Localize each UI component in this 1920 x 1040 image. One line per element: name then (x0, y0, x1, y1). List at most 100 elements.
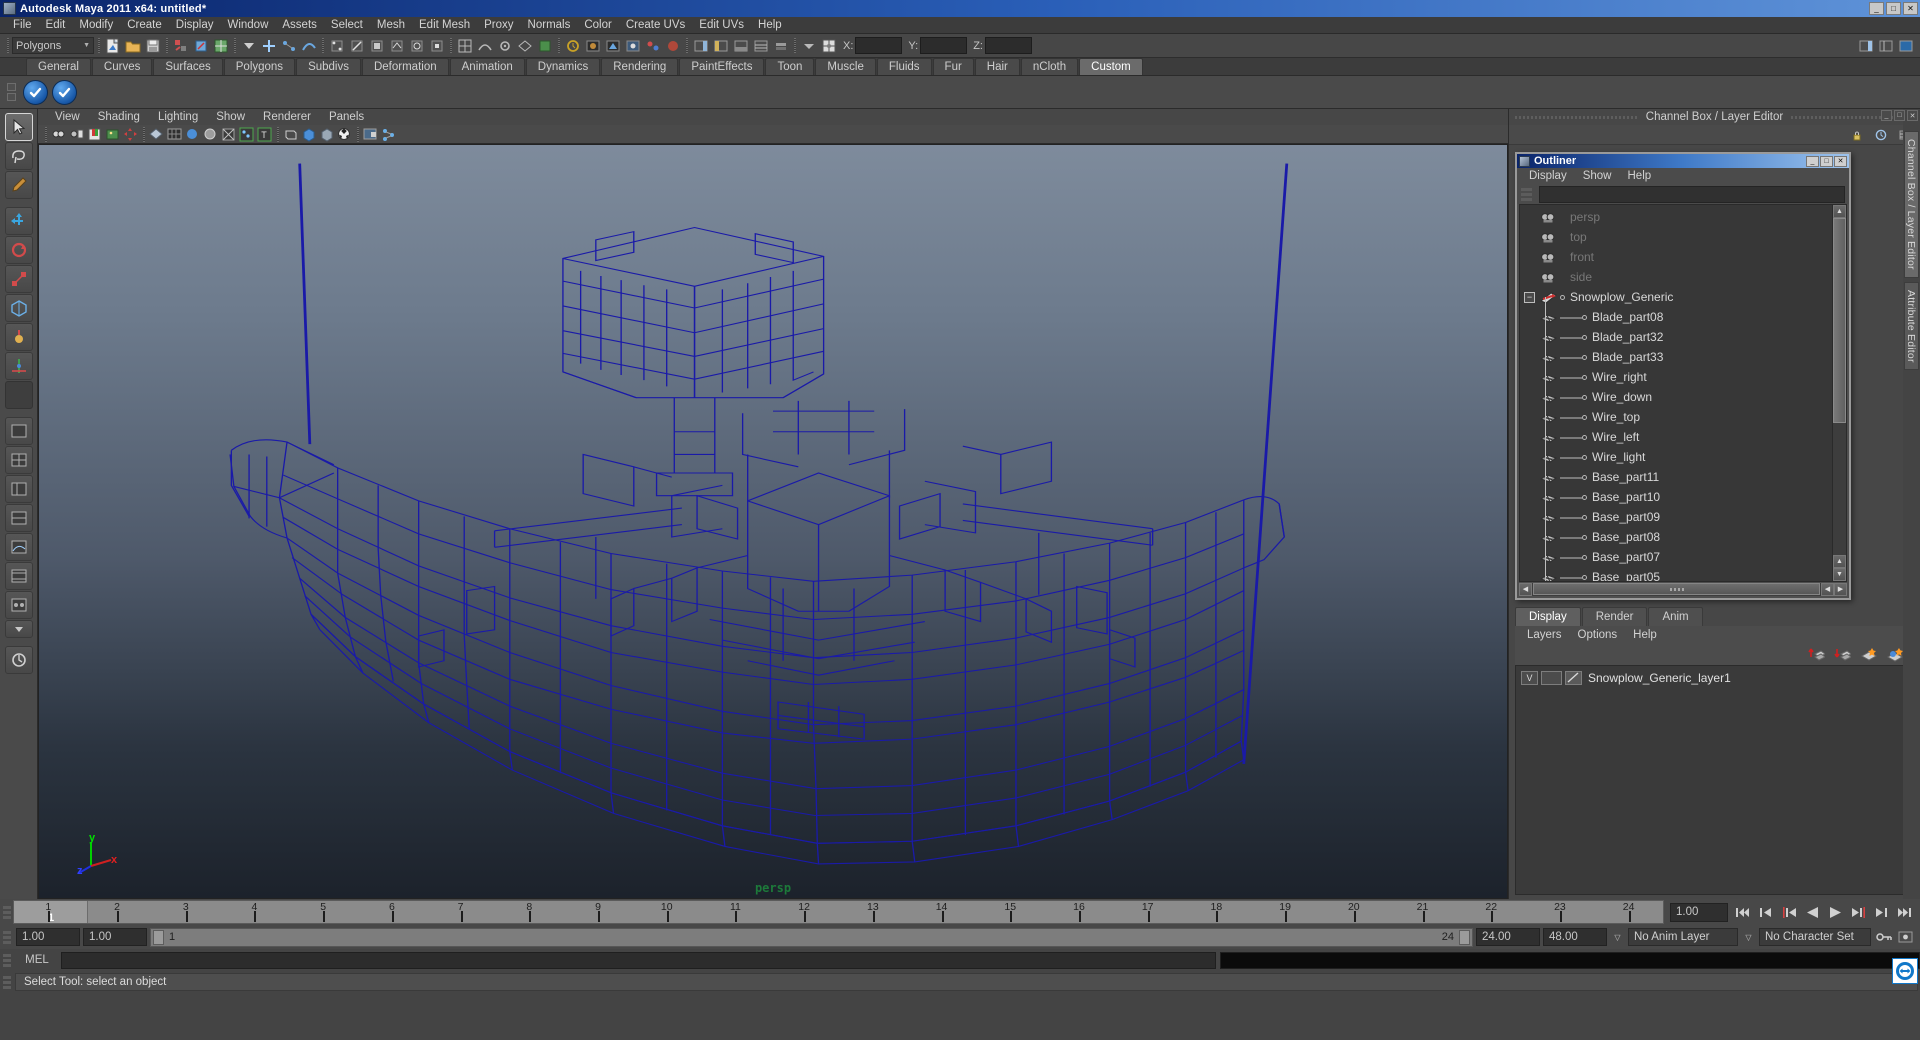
outliner-item[interactable]: front (1520, 247, 1832, 267)
time-slider-grip[interactable] (0, 901, 13, 923)
anim-layer-dropdown-icon[interactable]: ▽ (1610, 928, 1625, 946)
shaded-cube-icon[interactable] (300, 126, 317, 143)
quick-layout-outliner-persp-button[interactable] (4, 475, 33, 503)
step-back-keyframe-button[interactable] (1757, 903, 1776, 922)
outliner-filter-icon[interactable] (1521, 186, 1535, 202)
channel-box-maximize-button[interactable]: □ (1894, 110, 1905, 121)
snap-to-grid-icon[interactable] (455, 36, 474, 55)
redo-icon[interactable] (191, 36, 210, 55)
lines-mask-icon[interactable] (347, 36, 366, 55)
rotate-tool-button[interactable] (4, 236, 33, 264)
layer-move-down-icon[interactable] (1833, 645, 1852, 664)
playback-start-field[interactable]: 1.00 (83, 928, 147, 946)
menuset-selector[interactable]: Polygons ▼ (12, 37, 94, 54)
viewport-menu-panels[interactable]: Panels (320, 111, 373, 123)
channel-box-close-button[interactable]: ✕ (1907, 110, 1918, 121)
outliner-scroll-up-button-2[interactable]: ▲ (1833, 554, 1846, 568)
go-to-start-button[interactable] (1734, 903, 1753, 922)
shelf-tab-subdivs[interactable]: Subdivs (296, 58, 361, 75)
toggle-tool-settings-icon[interactable] (731, 36, 750, 55)
shelf-tab-muscle[interactable]: Muscle (815, 58, 876, 75)
select-camera-icon[interactable] (50, 126, 67, 143)
step-back-frame-button[interactable] (1780, 903, 1799, 922)
range-slider-grip[interactable] (0, 926, 13, 948)
show-channel-box-right-icon[interactable] (1856, 36, 1875, 55)
xray-joints-icon[interactable] (318, 126, 335, 143)
quick-layout-more-button[interactable] (4, 620, 33, 638)
menu-item-proxy[interactable]: Proxy (477, 18, 520, 32)
hypershade-icon[interactable] (643, 36, 662, 55)
shelf-check-button-2[interactable] (52, 79, 77, 105)
soft-modification-tool-button[interactable] (4, 323, 33, 351)
viewport-menu-renderer[interactable]: Renderer (254, 111, 320, 123)
menu-item-create-uvs[interactable]: Create UVs (619, 18, 692, 32)
auto-keyframe-icon[interactable] (1874, 928, 1893, 947)
paint-effects-globals-button[interactable] (4, 646, 33, 674)
quick-layout-persp-graph-button[interactable] (4, 533, 33, 561)
shelf-tab-fluids[interactable]: Fluids (876, 58, 932, 75)
universal-manipulator-button[interactable] (4, 294, 33, 322)
layer-menu-options[interactable]: Options (1570, 629, 1626, 641)
snap-mode-dropdown-icon[interactable] (799, 36, 818, 55)
quick-layout-hypergraph-button[interactable] (4, 504, 33, 532)
anim-layer-field[interactable]: No Anim Layer (1628, 928, 1738, 946)
menu-item-assets[interactable]: Assets (275, 18, 324, 32)
outliner-expand-toggle[interactable]: − (1524, 291, 1535, 303)
viewport-toolbar-grip[interactable] (274, 125, 281, 143)
layer-row[interactable]: V Snowplow_Generic_layer1 (1516, 669, 1913, 686)
outliner-item[interactable]: Blade_part08 (1520, 307, 1832, 327)
uvs-mask-icon[interactable] (387, 36, 406, 55)
xray-mode-icon[interactable] (282, 126, 299, 143)
outliner-item[interactable]: Base_part08 (1520, 527, 1832, 547)
menu-item-select[interactable]: Select (324, 18, 370, 32)
menu-item-create[interactable]: Create (120, 18, 169, 32)
outliner-hscroll-thumb[interactable] (1533, 583, 1820, 596)
animation-preferences-icon[interactable] (1896, 928, 1915, 947)
hulls-mask-icon[interactable] (407, 36, 426, 55)
layer-tab-render[interactable]: Render (1581, 607, 1648, 626)
outliner-item[interactable]: Wire_light (1520, 447, 1832, 467)
shelf-tab-hair[interactable]: Hair (974, 58, 1020, 75)
viewport-menu-view[interactable]: View (46, 111, 89, 123)
menu-item-mesh[interactable]: Mesh (370, 18, 412, 32)
maximize-button[interactable]: □ (1886, 2, 1901, 15)
faces-mask-icon[interactable] (367, 36, 386, 55)
shelf-grip[interactable] (4, 78, 19, 106)
step-forward-frame-button[interactable] (1849, 903, 1868, 922)
menu-item-display[interactable]: Display (169, 18, 221, 32)
menu-item-edit-mesh[interactable]: Edit Mesh (412, 18, 477, 32)
outliner-scroll-down-button[interactable]: ▼ (1833, 567, 1846, 581)
outliner-menu-show[interactable]: Show (1575, 170, 1620, 182)
remote-control-badge-icon[interactable] (1892, 958, 1918, 984)
shelf-check-button-1[interactable] (23, 79, 48, 105)
last-tool-used-button[interactable] (4, 381, 33, 409)
vertical-tab-channel-box-layer-editor[interactable]: Channel Box / Layer Editor (1904, 131, 1919, 278)
vertical-tab-attribute-editor[interactable]: Attribute Editor (1904, 281, 1919, 371)
outliner-item[interactable]: Blade_part32 (1520, 327, 1832, 347)
outliner-scroll-right-button-2[interactable]: ▶ (1834, 582, 1847, 596)
ipr-render-icon[interactable] (603, 36, 622, 55)
current-frame-field[interactable]: 1.00 (1670, 902, 1728, 922)
channel-box-lock-icon[interactable] (1847, 125, 1866, 144)
show-tool-settings-right-icon[interactable] (1896, 36, 1915, 55)
snap-to-point-icon[interactable] (495, 36, 514, 55)
outliner-item[interactable]: Wire_down (1520, 387, 1832, 407)
toolbar-grip[interactable] (163, 37, 170, 55)
new-layer-from-selected-icon[interactable] (1885, 645, 1904, 664)
show-attribute-editor-right-icon[interactable] (1876, 36, 1895, 55)
toolbar-grip[interactable] (447, 37, 454, 55)
step-forward-keyframe-button[interactable] (1872, 903, 1891, 922)
shelf-tab-fur[interactable]: Fur (932, 58, 974, 75)
shelf-tab-painteffects[interactable]: PaintEffects (679, 58, 765, 75)
outliner-item[interactable]: Base_part05 (1520, 567, 1832, 581)
shelf-tab-general[interactable]: General (26, 58, 91, 75)
toolbar-grip[interactable] (4, 37, 11, 55)
menu-item-edit-uvs[interactable]: Edit UVs (692, 18, 751, 32)
toolbar-grip[interactable] (319, 37, 326, 55)
outliner-item[interactable]: Base_part09 (1520, 507, 1832, 527)
outliner-scroll-up-button[interactable]: ▲ (1833, 205, 1846, 219)
snap-to-curve-icon[interactable] (475, 36, 494, 55)
command-input[interactable] (61, 951, 1216, 969)
select-tool-button[interactable] (4, 113, 33, 141)
viewport-settings-icon[interactable] (362, 126, 379, 143)
